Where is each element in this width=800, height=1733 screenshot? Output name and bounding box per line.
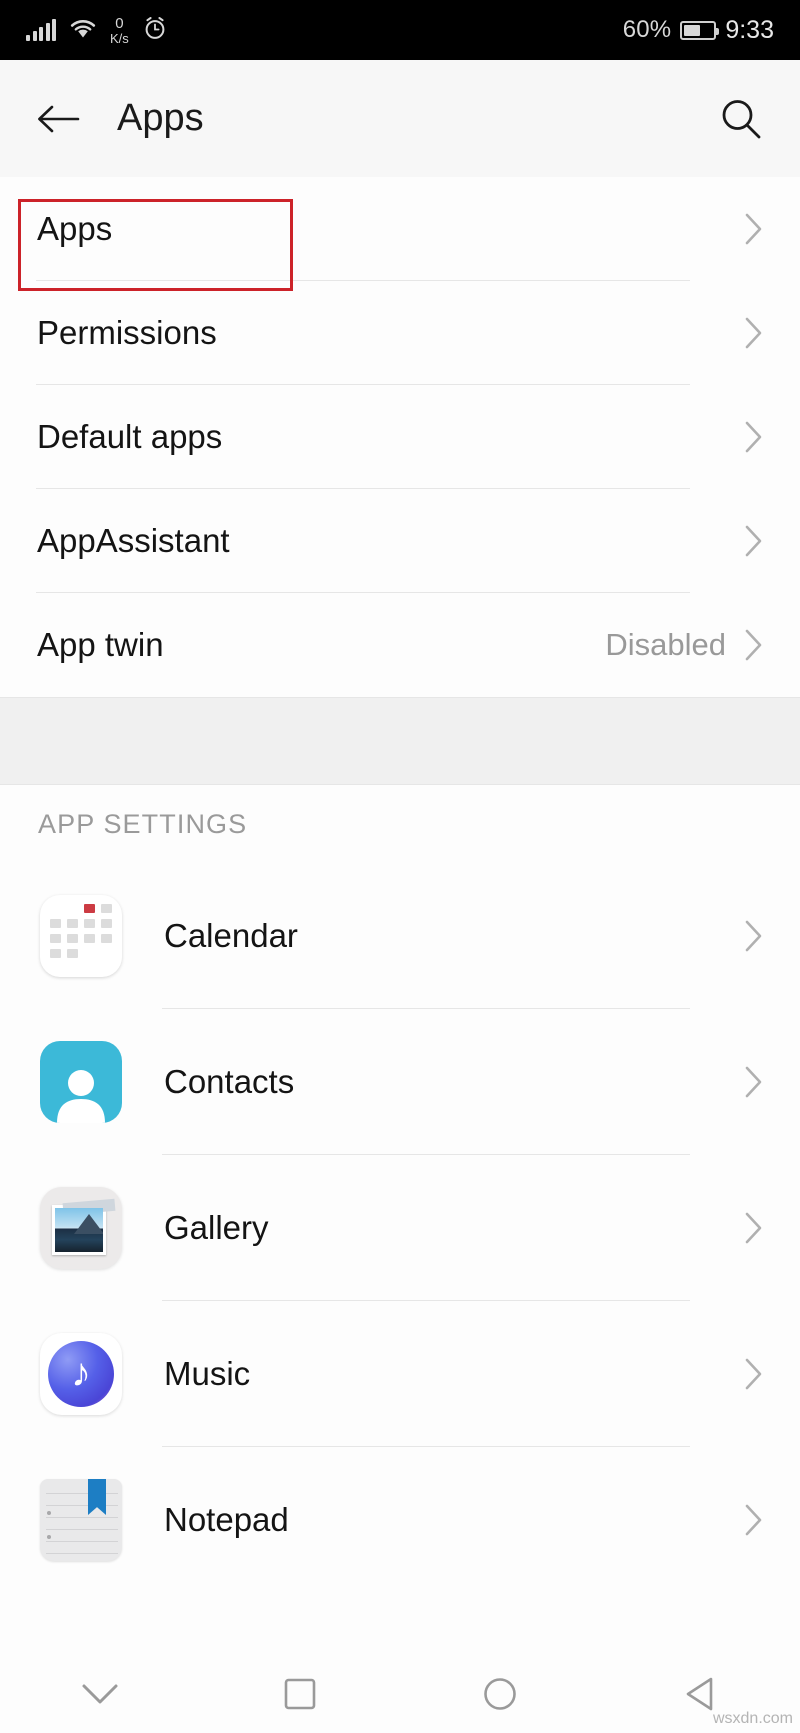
chevron-right-icon xyxy=(744,524,764,558)
chevron-right-icon xyxy=(744,1503,764,1537)
chevron-right-icon xyxy=(744,316,764,350)
app-row-music[interactable]: ♪ Music xyxy=(0,1301,800,1447)
section-header-label: APP SETTINGS xyxy=(38,808,248,839)
app-row-label: Contacts xyxy=(164,1063,295,1100)
settings-row-apps[interactable]: Apps xyxy=(0,177,800,281)
app-row-label: Notepad xyxy=(164,1501,289,1538)
search-icon[interactable] xyxy=(718,96,764,142)
chevron-right-icon xyxy=(744,1065,764,1099)
chevron-right-icon xyxy=(744,1357,764,1391)
recents-square-icon[interactable] xyxy=(200,1677,400,1711)
chevron-right-icon xyxy=(744,212,764,246)
settings-row-app-twin[interactable]: App twin Disabled xyxy=(0,593,800,697)
home-circle-icon[interactable] xyxy=(400,1676,600,1712)
contacts-app-icon xyxy=(40,1041,122,1123)
alarm-clock-icon xyxy=(142,15,168,46)
battery-saver-icon xyxy=(680,20,720,40)
calendar-app-icon xyxy=(40,895,122,977)
settings-row-label: App twin xyxy=(37,626,164,663)
app-bar: Apps xyxy=(0,60,800,177)
page-title: Apps xyxy=(117,97,204,139)
settings-list: Apps Permissions Default apps AppAssista… xyxy=(0,177,800,697)
settings-row-label: AppAssistant xyxy=(37,522,230,559)
app-row-gallery[interactable]: Gallery xyxy=(0,1155,800,1301)
chevron-down-icon[interactable] xyxy=(0,1680,200,1708)
signal-bars-icon xyxy=(26,19,56,41)
app-row-label: Gallery xyxy=(164,1209,269,1246)
gallery-app-icon xyxy=(40,1187,122,1269)
chevron-right-icon xyxy=(744,628,764,662)
watermark-label: wsxdn.com xyxy=(712,1710,793,1727)
navigation-bar xyxy=(0,1655,800,1733)
app-row-notepad[interactable]: Notepad xyxy=(0,1447,800,1593)
settings-row-permissions[interactable]: Permissions xyxy=(0,281,800,385)
settings-row-default-apps[interactable]: Default apps xyxy=(0,385,800,489)
music-app-icon: ♪ xyxy=(40,1333,122,1415)
chevron-right-icon xyxy=(744,919,764,953)
settings-row-label: Permissions xyxy=(37,314,217,351)
back-arrow-icon[interactable] xyxy=(36,101,80,137)
network-speed-value: 0 xyxy=(115,14,124,32)
network-speed-indicator: 0 K/s xyxy=(110,16,129,45)
wifi-icon xyxy=(69,17,97,44)
status-bar-clock: 9:33 xyxy=(725,15,774,44)
back-triangle-icon[interactable] xyxy=(600,1676,800,1712)
status-bar-right: 60% 9:33 xyxy=(623,16,774,45)
network-speed-unit: K/s xyxy=(110,30,129,46)
settings-row-label: Apps xyxy=(37,210,113,247)
settings-row-value: Disabled xyxy=(605,627,726,662)
app-settings-list: Calendar Contacts Gallery ♪ Music Notepa… xyxy=(0,863,800,1593)
settings-row-appassistant[interactable]: AppAssistant xyxy=(0,489,800,593)
settings-row-label: Default apps xyxy=(37,418,223,455)
status-bar-left: 0 K/s xyxy=(26,15,168,46)
app-row-calendar[interactable]: Calendar xyxy=(0,863,800,1009)
app-row-label: Calendar xyxy=(164,917,298,954)
phone-screen: 0 K/s 60% 9:33 Apps Apps Permissions Def… xyxy=(0,0,800,1733)
section-separator xyxy=(0,697,800,785)
app-row-label: Music xyxy=(164,1355,251,1392)
chevron-right-icon xyxy=(744,1211,764,1245)
chevron-right-icon xyxy=(744,420,764,454)
status-bar: 0 K/s 60% 9:33 xyxy=(0,0,800,60)
app-settings-section-header: APP SETTINGS xyxy=(0,785,800,863)
app-row-contacts[interactable]: Contacts xyxy=(0,1009,800,1155)
battery-percent-label: 60% xyxy=(622,16,672,43)
notepad-app-icon xyxy=(40,1479,122,1561)
